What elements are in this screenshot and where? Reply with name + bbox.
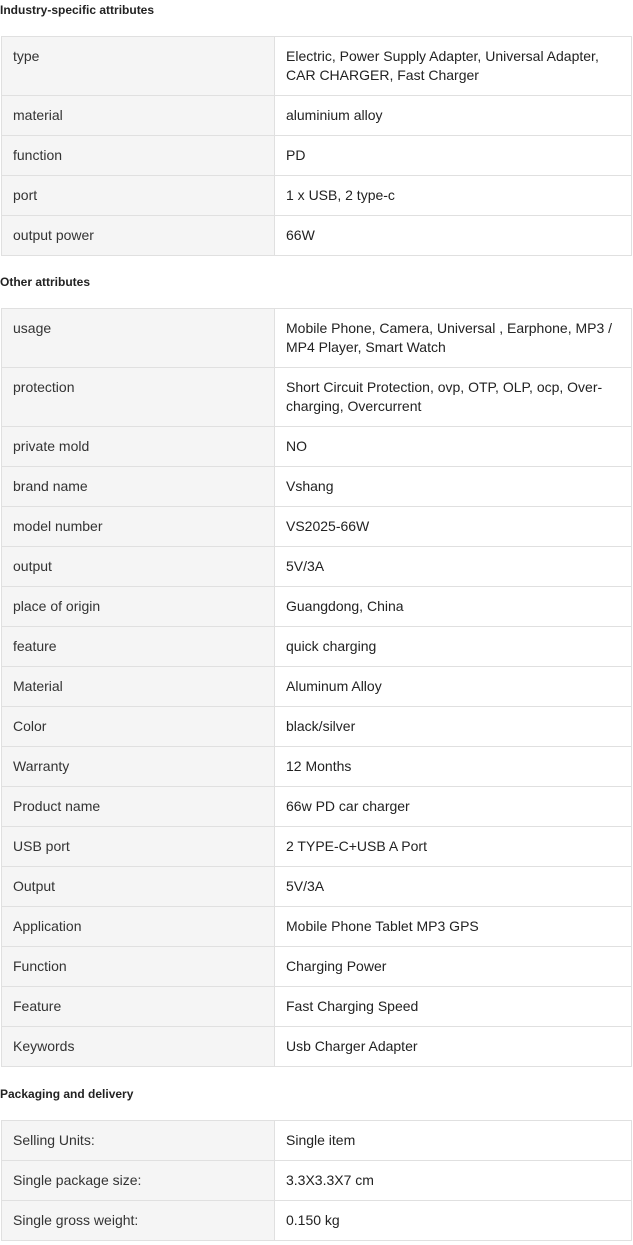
table-row: Single package size: 3.3X3.3X7 cm	[1, 1160, 632, 1201]
attribute-value: Aluminum Alloy	[274, 666, 632, 707]
attribute-value: PD	[274, 135, 632, 176]
attribute-value: aluminium alloy	[274, 95, 632, 136]
attribute-key: Function	[1, 946, 275, 987]
table-row: Material Aluminum Alloy	[1, 666, 632, 707]
attribute-key: protection	[1, 367, 275, 427]
table-row: Selling Units: Single item	[1, 1120, 632, 1161]
attribute-key: Material	[1, 666, 275, 707]
attribute-value: black/silver	[274, 706, 632, 747]
table-row: Feature Fast Charging Speed	[1, 986, 632, 1027]
attribute-value: 2 TYPE-C+USB A Port	[274, 826, 632, 867]
attribute-key: Selling Units:	[1, 1120, 275, 1161]
table-row: USB port 2 TYPE-C+USB A Port	[1, 826, 632, 867]
table-row: Output 5V/3A	[1, 866, 632, 907]
attribute-value: Usb Charger Adapter	[274, 1026, 632, 1067]
table-row: Keywords Usb Charger Adapter	[1, 1026, 632, 1067]
attribute-key: type	[1, 36, 275, 96]
attribute-value: quick charging	[274, 626, 632, 667]
section-title-other-attributes: Other attributes	[0, 275, 91, 289]
table-row: feature quick charging	[1, 626, 632, 667]
attribute-key: Output	[1, 866, 275, 907]
attribute-value: VS2025-66W	[274, 506, 632, 547]
attribute-key: model number	[1, 506, 275, 547]
attribute-value: Guangdong, China	[274, 586, 632, 627]
attribute-key: Feature	[1, 986, 275, 1027]
table-row: port 1 x USB, 2 type-c	[1, 175, 632, 216]
attribute-key: Keywords	[1, 1026, 275, 1067]
attribute-value: 0.150 kg	[274, 1200, 632, 1241]
attribute-key: output power	[1, 215, 275, 256]
table-row: protection Short Circuit Protection, ovp,…	[1, 367, 632, 427]
attribute-value: Single item	[274, 1120, 632, 1161]
table-row: Warranty 12 Months	[1, 746, 632, 787]
attribute-value: 1 x USB, 2 type-c	[274, 175, 632, 216]
attribute-value: Charging Power	[274, 946, 632, 987]
other-attributes-table: usage Mobile Phone, Camera, Universal , E…	[1, 308, 632, 1067]
table-row: Single gross weight: 0.150 kg	[1, 1200, 632, 1241]
attribute-key: USB port	[1, 826, 275, 867]
attribute-key: port	[1, 175, 275, 216]
attribute-key: brand name	[1, 466, 275, 507]
section-title-packaging-delivery: Packaging and delivery	[0, 1087, 134, 1101]
industry-attributes-table: type Electric, Power Supply Adapter, Univ…	[1, 36, 632, 256]
table-row: place of origin Guangdong, China	[1, 586, 632, 627]
attribute-value: Fast Charging Speed	[274, 986, 632, 1027]
table-row: output 5V/3A	[1, 546, 632, 587]
attribute-value: 5V/3A	[274, 546, 632, 587]
attribute-key: feature	[1, 626, 275, 667]
table-row: brand name Vshang	[1, 466, 632, 507]
table-row: Product name 66w PD car charger	[1, 786, 632, 827]
attribute-value: 12 Months	[274, 746, 632, 787]
attribute-key: Single package size:	[1, 1160, 275, 1201]
attribute-value: Short Circuit Protection, ovp, OTP, OLP,…	[274, 367, 632, 427]
attribute-value: 66W	[274, 215, 632, 256]
attribute-value: 66w PD car charger	[274, 786, 632, 827]
table-row: Function Charging Power	[1, 946, 632, 987]
packaging-delivery-table: Selling Units: Single item Single package…	[1, 1120, 632, 1241]
attribute-key: place of origin	[1, 586, 275, 627]
attribute-value: NO	[274, 426, 632, 467]
attribute-key: usage	[1, 308, 275, 368]
attribute-key: private mold	[1, 426, 275, 467]
attribute-key: Application	[1, 906, 275, 947]
attribute-value: Mobile Phone, Camera, Universal , Earpho…	[274, 308, 632, 368]
attribute-value: Vshang	[274, 466, 632, 507]
attribute-key: material	[1, 95, 275, 136]
attribute-value: 3.3X3.3X7 cm	[274, 1160, 632, 1201]
attribute-key: Product name	[1, 786, 275, 827]
table-row: Application Mobile Phone Tablet MP3 GPS	[1, 906, 632, 947]
attribute-key: output	[1, 546, 275, 587]
table-row: function PD	[1, 135, 632, 176]
attribute-value: 5V/3A	[274, 866, 632, 907]
table-row: output power 66W	[1, 215, 632, 256]
table-row: usage Mobile Phone, Camera, Universal , E…	[1, 308, 632, 368]
table-row: type Electric, Power Supply Adapter, Univ…	[1, 36, 632, 96]
table-row: private mold NO	[1, 426, 632, 467]
attribute-key: Warranty	[1, 746, 275, 787]
attribute-value: Electric, Power Supply Adapter, Universa…	[274, 36, 632, 96]
attribute-key: Color	[1, 706, 275, 747]
attribute-value: Mobile Phone Tablet MP3 GPS	[274, 906, 632, 947]
table-row: model number VS2025-66W	[1, 506, 632, 547]
table-row: Color black/silver	[1, 706, 632, 747]
table-row: material aluminium alloy	[1, 95, 632, 136]
attribute-key: function	[1, 135, 275, 176]
section-title-industry-attributes: Industry-specific attributes	[0, 3, 155, 17]
attribute-key: Single gross weight:	[1, 1200, 275, 1241]
